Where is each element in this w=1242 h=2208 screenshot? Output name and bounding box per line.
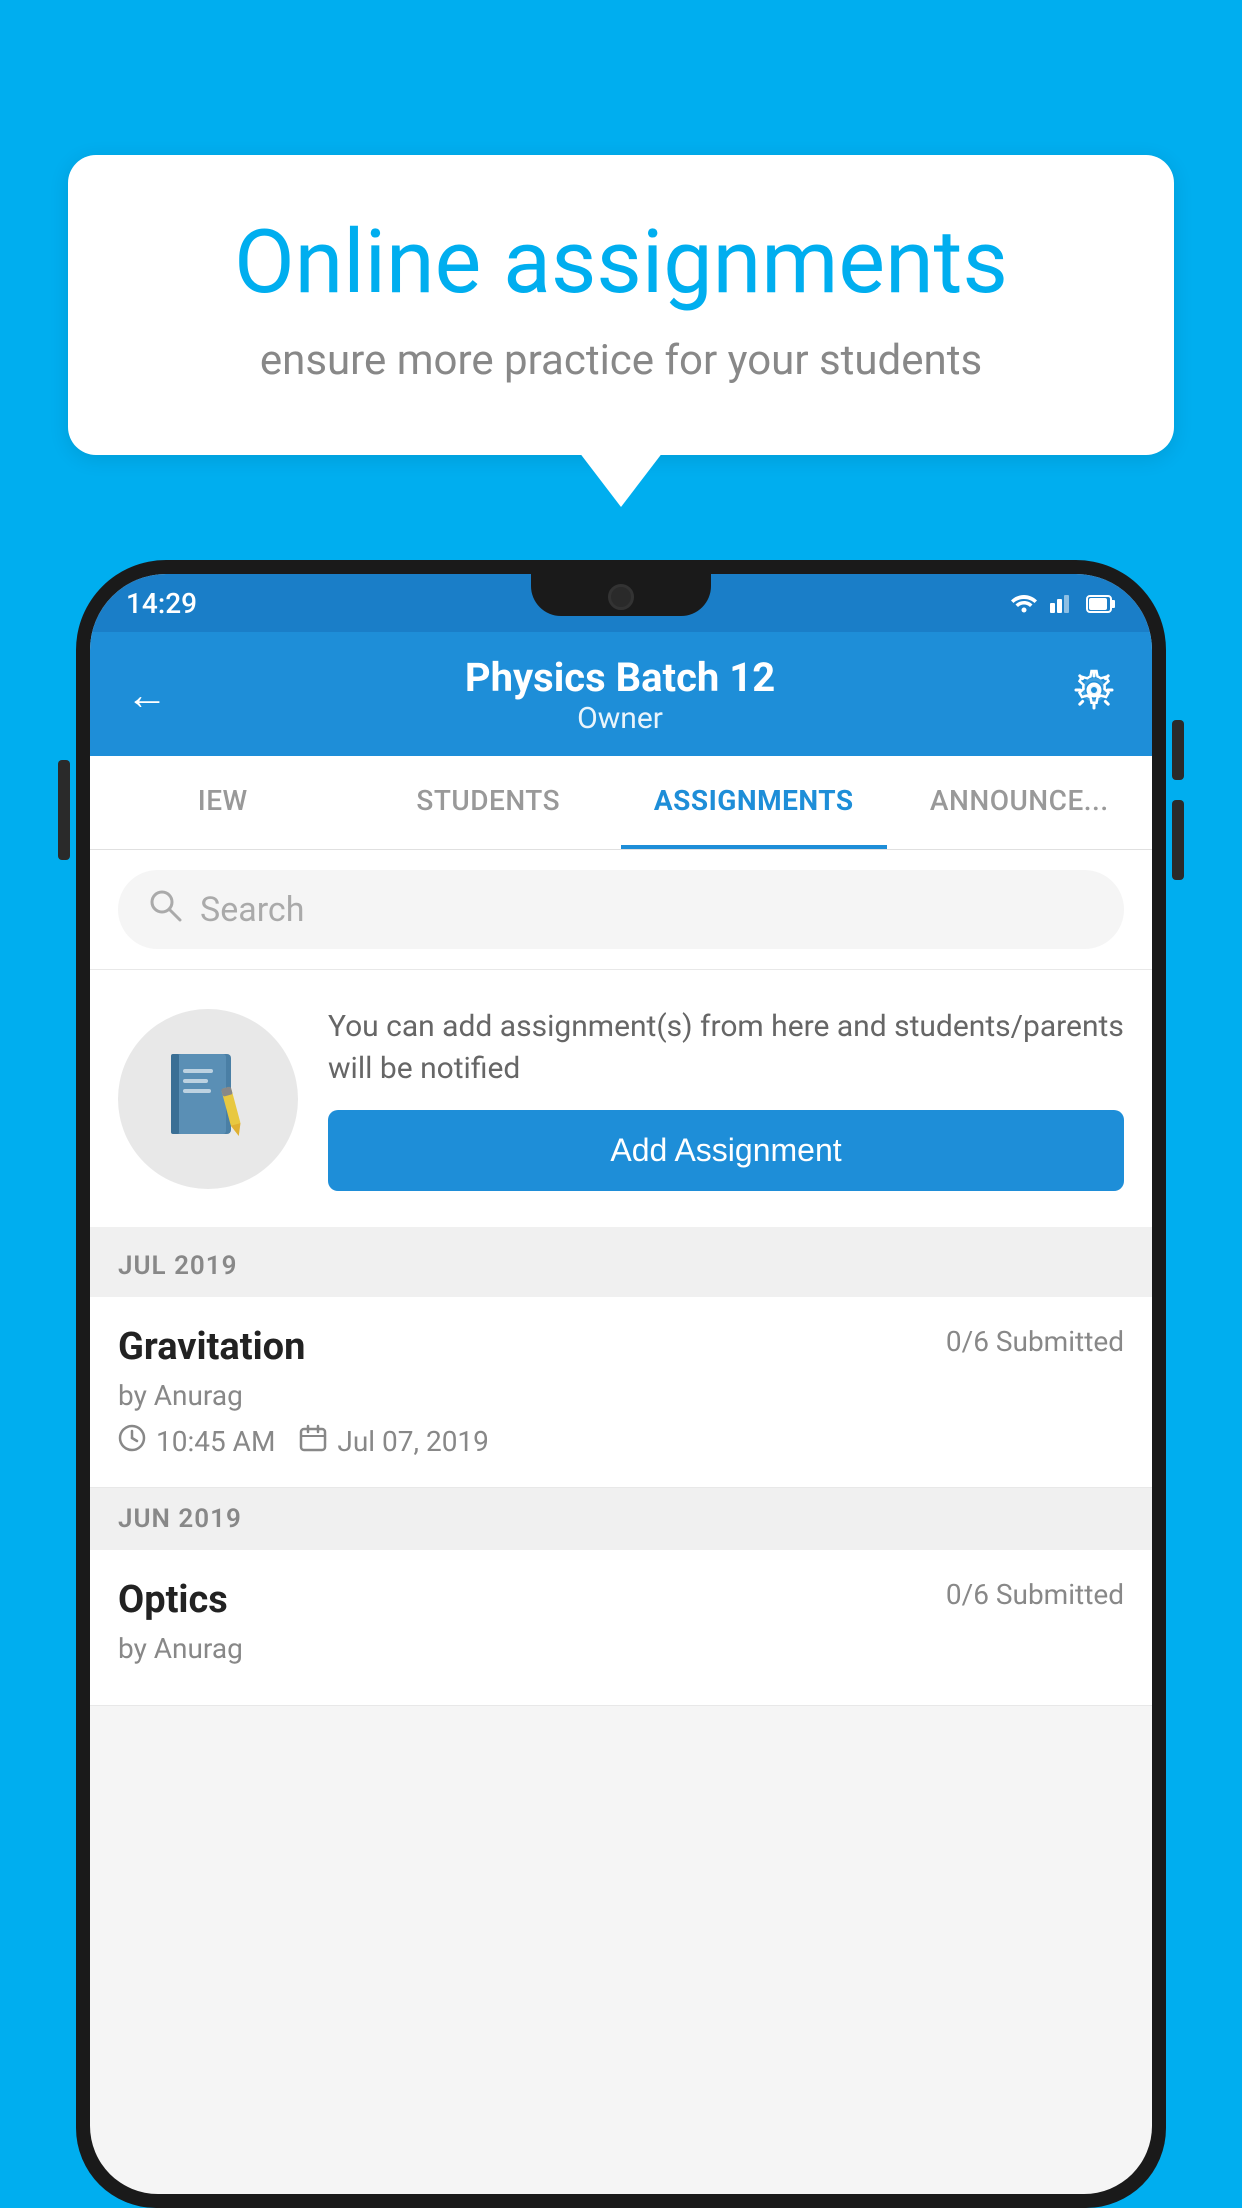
signal-icon <box>1050 587 1074 620</box>
speech-bubble: Online assignments ensure more practice … <box>68 155 1174 455</box>
clock-icon <box>118 1424 146 1459</box>
phone-camera <box>608 584 634 610</box>
header-center: Physics Batch 12 Owner <box>465 654 775 736</box>
power-button <box>58 760 70 860</box>
tab-iew[interactable]: IEW <box>90 756 356 849</box>
month-separator-jul: JUL 2019 <box>90 1235 1152 1297</box>
calendar-icon <box>299 1424 327 1459</box>
speech-bubble-container: Online assignments ensure more practice … <box>68 155 1174 455</box>
promo-section: You can add assignment(s) from here and … <box>90 970 1152 1235</box>
bubble-subtitle: ensure more practice for your students <box>138 336 1104 385</box>
volume-up-button <box>1172 720 1184 780</box>
assignment-header-optics: Optics 0/6 Submitted <box>118 1578 1124 1622</box>
search-container: Search <box>90 850 1152 970</box>
settings-button[interactable] <box>1072 668 1116 723</box>
meta-time: 10:45 AM <box>118 1424 275 1459</box>
assignment-submitted-optics: 0/6 Submitted <box>946 1578 1124 1611</box>
time-value: 10:45 AM <box>156 1425 275 1458</box>
tabs-container: IEW STUDENTS ASSIGNMENTS ANNOUNCE... <box>90 756 1152 850</box>
tab-announcements[interactable]: ANNOUNCE... <box>887 756 1153 849</box>
assignment-item-optics[interactable]: Optics 0/6 Submitted by Anurag <box>90 1550 1152 1706</box>
meta-date: Jul 07, 2019 <box>299 1424 489 1459</box>
assignment-header: Gravitation 0/6 Submitted <box>118 1325 1124 1369</box>
assignment-meta: 10:45 AM Jul 07, 2019 <box>118 1424 1124 1459</box>
assignment-title-optics: Optics <box>118 1578 228 1622</box>
tab-students[interactable]: STUDENTS <box>356 756 622 849</box>
assignment-author: by Anurag <box>118 1379 1124 1412</box>
notebook-icon <box>163 1049 253 1149</box>
promo-description: You can add assignment(s) from here and … <box>328 1006 1124 1090</box>
date-value: Jul 07, 2019 <box>337 1425 489 1458</box>
add-assignment-button[interactable]: Add Assignment <box>328 1110 1124 1191</box>
status-time: 14:29 <box>126 587 197 620</box>
assignment-submitted: 0/6 Submitted <box>946 1325 1124 1358</box>
assignment-title: Gravitation <box>118 1325 305 1369</box>
assignment-author-optics: by Anurag <box>118 1632 1124 1665</box>
promo-icon-circle <box>118 1009 298 1189</box>
wifi-icon <box>1010 587 1038 620</box>
month-separator-jun: JUN 2019 <box>90 1488 1152 1550</box>
header-subtitle: Owner <box>465 701 775 736</box>
search-icon <box>148 888 182 931</box>
search-placeholder: Search <box>200 890 304 930</box>
status-icons <box>1010 587 1116 620</box>
promo-text: You can add assignment(s) from here and … <box>328 1006 1124 1191</box>
bubble-title: Online assignments <box>138 215 1104 312</box>
search-input-wrap[interactable]: Search <box>118 870 1124 949</box>
phone-outer: 14:29 <box>76 560 1166 2208</box>
back-button[interactable]: ← <box>126 671 168 720</box>
assignment-item-gravitation[interactable]: Gravitation 0/6 Submitted by Anurag <box>90 1297 1152 1488</box>
phone-frame: 14:29 <box>76 560 1166 2208</box>
app-header: ← Physics Batch 12 Owner <box>90 632 1152 756</box>
header-title: Physics Batch 12 <box>465 654 775 701</box>
tab-assignments[interactable]: ASSIGNMENTS <box>621 756 887 849</box>
volume-down-button <box>1172 800 1184 880</box>
battery-icon <box>1086 587 1116 620</box>
phone-screen: 14:29 <box>90 574 1152 2194</box>
phone-notch <box>531 574 711 616</box>
